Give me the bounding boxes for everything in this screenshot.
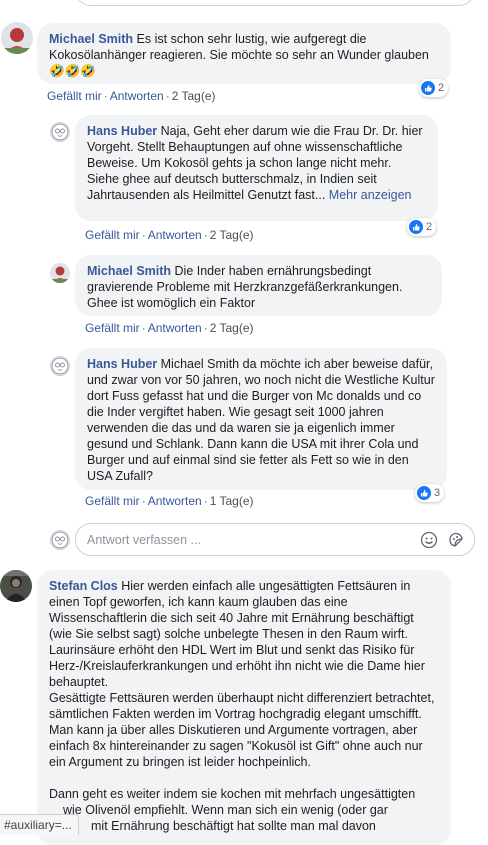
status-bar: #auxiliary=... <box>0 814 79 835</box>
comment-text: Michael Smith da möchte ich aber beweise… <box>87 357 435 483</box>
avatar[interactable] <box>0 570 32 602</box>
comment-paragraph: mit Ernährung beschäftigt hat sollte man… <box>91 819 376 833</box>
avatar[interactable] <box>50 263 70 283</box>
reaction-count[interactable]: 2 <box>407 218 437 236</box>
comment-bubble: Michael Smith Es ist schon sehr lustig, … <box>37 23 451 84</box>
like-icon <box>421 81 435 95</box>
like-link[interactable]: Gefällt mir <box>85 321 140 335</box>
emoji-icon[interactable] <box>420 531 438 552</box>
avatar[interactable] <box>50 356 70 376</box>
comment-paragraph: Gesättigte Fettsäuren werden überhaupt n… <box>49 691 435 721</box>
timestamp[interactable]: 2 Tag(e) <box>172 89 216 103</box>
timestamp[interactable]: 2 Tag(e) <box>210 321 254 335</box>
avatar[interactable] <box>1 22 33 54</box>
status-text: #auxiliary=... <box>4 818 72 832</box>
comment-actions: Gefällt mir · Antworten · 2 Tag(e) <box>85 321 254 335</box>
sticker-icon[interactable] <box>447 531 465 552</box>
timestamp[interactable]: 1 Tag(e) <box>210 494 254 508</box>
comment-bubble: Hans Huber Michael Smith da möchte ich a… <box>75 348 447 490</box>
comment-author[interactable]: Michael Smith <box>87 264 171 278</box>
comment-paragraph: Dann geht es weiter indem sie kochen mit… <box>49 787 416 801</box>
reaction-count[interactable]: 3 <box>415 484 445 502</box>
reaction-count[interactable]: 2 <box>419 79 449 97</box>
previous-box-edge <box>75 0 475 6</box>
comment-bubble: Hans Huber Naja, Geht eher darum wie die… <box>75 115 438 221</box>
comment-bubble: Stefan Clos Hier werden einfach alle ung… <box>37 570 451 845</box>
reply-input[interactable]: Antwort verfassen ... <box>75 523 475 556</box>
like-link[interactable]: Gefällt mir <box>47 89 102 103</box>
avatar <box>50 530 70 550</box>
reply-link[interactable]: Antworten <box>148 228 202 242</box>
comment-bubble: Michael Smith Die Inder haben ernährungs… <box>75 255 442 316</box>
reply-placeholder: Antwort verfassen ... <box>87 533 201 547</box>
reply-link[interactable]: Antworten <box>148 321 202 335</box>
reply-link[interactable]: Antworten <box>110 89 164 103</box>
comment-paragraph: wie Olivenöl empfiehlt. Wenn man sich ei… <box>63 803 388 817</box>
comment-author[interactable]: Stefan Clos <box>49 579 118 593</box>
avatar[interactable] <box>50 122 70 142</box>
timestamp[interactable]: 2 Tag(e) <box>210 228 254 242</box>
comment-actions: Gefällt mir · Antworten · 1 Tag(e) <box>85 494 254 508</box>
like-link[interactable]: Gefällt mir <box>85 228 140 242</box>
comment-paragraph: Man kann ja über alles Diskutieren und A… <box>49 723 423 769</box>
comment-author[interactable]: Michael Smith <box>49 32 133 46</box>
like-icon <box>409 220 423 234</box>
see-more-link[interactable]: Mehr anzeigen <box>329 188 412 202</box>
comment-paragraph: Laurinsäure erhöht den HDL Wert im Blut … <box>49 643 425 689</box>
comment-actions: Gefällt mir · Antworten · 2 Tag(e) <box>47 89 216 103</box>
comment-actions: Gefällt mir · Antworten · 2 Tag(e) <box>85 228 254 242</box>
comment-author[interactable]: Hans Huber <box>87 124 157 138</box>
reply-link[interactable]: Antworten <box>148 494 202 508</box>
comment-author[interactable]: Hans Huber <box>87 357 157 371</box>
like-link[interactable]: Gefällt mir <box>85 494 140 508</box>
like-icon <box>417 486 431 500</box>
